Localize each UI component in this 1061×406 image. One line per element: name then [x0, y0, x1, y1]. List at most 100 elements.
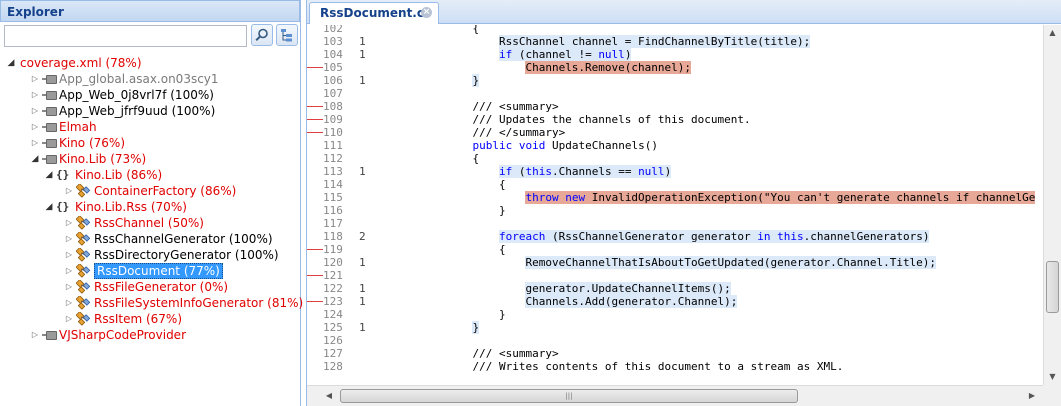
- tree-view-button[interactable]: [276, 24, 298, 46]
- source-text: /// <summary>: [393, 100, 558, 113]
- code-line: 126: [307, 334, 1044, 347]
- code-line: 106 1 }: [307, 74, 1044, 87]
- collapsed-arrow-icon[interactable]: ▷: [64, 279, 74, 295]
- collapsed-arrow-icon[interactable]: ▷: [64, 183, 74, 199]
- collapsed-arrow-icon[interactable]: ▷: [30, 103, 40, 119]
- collapsed-arrow-icon[interactable]: ▷: [30, 71, 40, 87]
- tree-node[interactable]: ◢{} Kino.Lib (86%): [44, 167, 163, 183]
- search-bar: [2, 24, 298, 48]
- code-token: in: [757, 230, 771, 243]
- collapsed-arrow-icon[interactable]: ▷: [30, 119, 40, 135]
- tree-node[interactable]: ▷ App_Web_0j8vrl7f (100%): [30, 87, 214, 103]
- class-icon: [76, 184, 91, 198]
- code-line: 111 public void UpdateChannels(): [307, 139, 1044, 152]
- search-button[interactable]: [251, 24, 273, 46]
- tree-node[interactable]: ▷ RssDirectoryGenerator (100%): [64, 247, 279, 263]
- scroll-down-icon[interactable]: ▼: [1044, 369, 1061, 385]
- coverage-gutter-mark: [307, 119, 323, 120]
- expanded-arrow-icon[interactable]: ◢: [44, 167, 54, 183]
- code-line: 113 1 if (this.Channels == null): [307, 165, 1044, 178]
- coverage-gutter-mark: [307, 132, 323, 133]
- collapsed-arrow-icon[interactable]: ▷: [64, 263, 74, 279]
- source-text: /// Writes contents of this document to …: [393, 360, 843, 373]
- namespace-icon: {}: [56, 200, 70, 213]
- tree-node-label: Elmah: [59, 120, 97, 134]
- line-number: 112: [323, 152, 343, 165]
- collapsed-arrow-icon[interactable]: ▷: [30, 135, 40, 151]
- tree-node[interactable]: ◢ Kino.Lib (73%): [30, 151, 147, 167]
- code-view[interactable]: 102 {103 1 RssChannel channel = FindChann…: [307, 25, 1044, 385]
- tree-node[interactable]: ▷ VJSharpCodeProvider: [30, 327, 186, 343]
- source-text: {: [393, 152, 479, 165]
- code-line: 108 /// <summary>: [307, 100, 1044, 113]
- tree-node[interactable]: ▷ RssDocument (77%): [64, 263, 223, 279]
- source-text: }: [393, 308, 506, 321]
- line-number: 114: [323, 178, 343, 191]
- vertical-scroll-thumb[interactable]: [1046, 261, 1059, 313]
- close-icon[interactable]: ×: [421, 7, 432, 18]
- collapsed-arrow-icon[interactable]: ▷: [64, 311, 74, 327]
- expanded-arrow-icon[interactable]: ◢: [6, 55, 16, 71]
- tree-node[interactable]: ▷ Elmah: [30, 119, 97, 135]
- tree-node[interactable]: ▷ RssItem (67%): [64, 311, 182, 327]
- code-line: 128 /// Writes contents of this document…: [307, 360, 1044, 373]
- line-number: 128: [323, 360, 343, 373]
- line-number: 105: [323, 61, 343, 74]
- code-token: if: [498, 165, 513, 178]
- collapsed-arrow-icon[interactable]: ▷: [64, 295, 74, 311]
- tree-node[interactable]: ◢{} Kino.Lib.Rss (70%): [44, 199, 187, 215]
- tree-node[interactable]: ▷ ContainerFactory (86%): [64, 183, 236, 199]
- collapsed-arrow-icon[interactable]: ▷: [64, 231, 74, 247]
- source-text: public void UpdateChannels(): [393, 139, 657, 152]
- tree-node[interactable]: ▷ Kino (76%): [30, 135, 125, 151]
- collapsed-arrow-icon[interactable]: ▷: [64, 247, 74, 263]
- code-token: throw: [525, 191, 559, 204]
- hit-count: 2: [359, 230, 366, 243]
- class-icon: [76, 216, 91, 230]
- horizontal-scrollbar[interactable]: ◀ ||| ▶: [307, 385, 1044, 406]
- scroll-up-icon[interactable]: ▲: [1044, 25, 1061, 41]
- tree-node[interactable]: ▷ App_global.asax.on03scy1: [30, 71, 219, 87]
- assembly-icon: [42, 138, 57, 148]
- class-icon: [76, 312, 91, 326]
- explorer-title: Explorer: [0, 0, 300, 22]
- collapsed-arrow-icon[interactable]: ▷: [30, 87, 40, 103]
- horizontal-scroll-thumb[interactable]: |||: [340, 389, 798, 403]
- assembly-icon: [42, 74, 57, 84]
- code-token: ): [624, 48, 632, 61]
- source-text: if (this.Channels == null): [393, 165, 672, 178]
- line-number: 107: [323, 87, 343, 100]
- search-input[interactable]: [4, 25, 247, 47]
- tree-node-label: RssFileGenerator (0%): [94, 280, 229, 294]
- code-line: 102 {: [307, 25, 1044, 35]
- code-token: new: [565, 191, 586, 204]
- code-token: {: [393, 25, 480, 35]
- explorer-panel: Explorer ◢ coverage.xml (78%) ▷ App_global.…: [0, 0, 303, 406]
- tree-node[interactable]: ▷ RssFileSystemInfoGenerator (81%): [64, 295, 303, 311]
- scroll-corner: [1043, 385, 1061, 406]
- expanded-arrow-icon[interactable]: ◢: [44, 199, 54, 215]
- collapsed-arrow-icon[interactable]: ▷: [30, 327, 40, 343]
- tree-node[interactable]: ◢ coverage.xml (78%): [6, 55, 142, 71]
- tree-node[interactable]: ▷ App_Web_jfrf9uud (100%): [30, 103, 215, 119]
- source-text: if (channel != null): [393, 48, 632, 61]
- code-line: 124 }: [307, 308, 1044, 321]
- scroll-left-icon[interactable]: ◀: [321, 388, 337, 404]
- code-token: public: [472, 139, 513, 152]
- tree-node[interactable]: ▷ RssChannel (50%): [64, 215, 204, 231]
- code-line: 115 throw new InvalidOperationException(…: [307, 191, 1044, 204]
- code-token: this: [525, 165, 552, 178]
- expanded-arrow-icon[interactable]: ◢: [30, 151, 40, 167]
- line-number: 120: [323, 256, 343, 269]
- tree-node[interactable]: ▷ RssFileGenerator (0%): [64, 279, 228, 295]
- tree-node[interactable]: ▷ RssChannelGenerator (100%): [64, 231, 273, 247]
- tab-rssdocument[interactable]: RssDocument.cs ×: [309, 2, 439, 24]
- source-text: /// Updates the channels of this documen…: [393, 113, 750, 126]
- collapsed-arrow-icon[interactable]: ▷: [64, 215, 74, 231]
- code-line: 119 {: [307, 243, 1044, 256]
- source-text: RemoveChannelThatIsAboutToGetUpdated(gen…: [393, 256, 937, 269]
- scroll-right-icon[interactable]: ▶: [1024, 388, 1040, 404]
- vertical-scrollbar[interactable]: ▲ ▼: [1043, 25, 1061, 385]
